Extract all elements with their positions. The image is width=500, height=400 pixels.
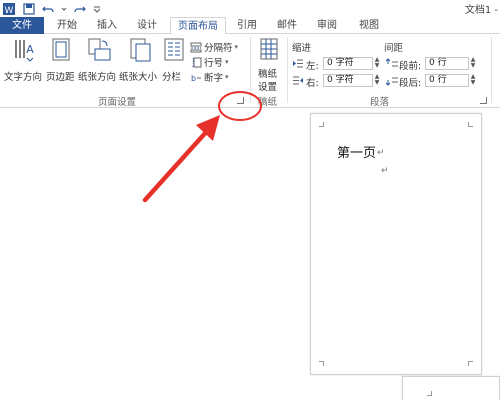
page-setup-dialog-launcher-icon[interactable] [237,97,244,104]
document-title: 文档1 - [464,5,498,16]
line-numbers-label: 行号 [204,58,224,69]
hyphenation-label: 断字 [204,73,224,84]
document-area[interactable]: 第一页 ↵ ↵ [0,108,500,400]
customize-qat-icon[interactable] [93,2,101,16]
hyphenation-dropdown-icon: ▾ [225,73,229,81]
right-indent-spinner-icon[interactable]: ▲ ▼ [373,74,381,87]
redo-icon[interactable] [74,2,86,16]
manuscript-icon [260,38,278,60]
group-separator [491,37,492,103]
right-indent-label: 右: [306,78,319,89]
page-1-text: 第一页 [337,146,377,161]
page-2[interactable] [402,376,500,400]
svg-text:b: b [191,74,196,83]
spacing-header: 间距 [384,43,404,54]
spacing-before-spinner-icon[interactable]: ▲ ▼ [469,57,477,70]
page-setup-group-label: 页面设置 [98,97,137,108]
tab-mailings[interactable]: 邮件 [272,17,302,34]
breaks-button[interactable]: 分隔符 ▾ [190,40,238,54]
hyphenation-button[interactable]: b 断字 ▾ [190,70,229,84]
manuscript-group-label: 稿纸 [258,97,278,108]
page-1[interactable]: 第一页 ↵ ↵ [310,113,482,375]
undo-icon[interactable] [42,2,54,16]
line-numbers-button[interactable]: 12 行号 ▾ [190,55,229,69]
breaks-icon [190,42,202,52]
left-indent-spinner-icon[interactable]: ▲ ▼ [373,57,381,70]
spacing-before-input[interactable]: 0 行 [425,57,469,70]
manuscript-label-line2: 设置 [258,82,278,93]
left-indent-label: 左: [306,61,319,72]
orientation-icon [88,38,111,61]
quick-access-toolbar: W [2,1,101,16]
hyphenation-icon: b [191,74,201,83]
right-indent-input[interactable]: 0 字符 [323,74,373,87]
tab-review[interactable]: 审阅 [312,17,342,34]
size-button[interactable]: 纸张大小 [119,36,159,88]
line-numbers-icon: 12 [192,57,202,68]
text-direction-icon: A [15,40,34,62]
left-indent-icon [293,59,303,68]
paragraph-mark: ↵ [377,148,385,158]
spacing-after-spinner-icon[interactable]: ▲ ▼ [469,74,477,87]
ribbon: A 文字方向 页边距 纸张方向 纸张大小 分栏 分隔符 ▾ 1 2 行号 ▾ b… [0,34,500,108]
tab-file[interactable]: 文件 [0,17,44,34]
spacing-before-icon [386,58,398,67]
paragraph-dialog-launcher-icon[interactable] [480,97,487,104]
paragraph-mark: ↵ [381,166,389,176]
columns-button[interactable]: 分栏 [161,36,187,88]
svg-text:A: A [26,43,34,56]
crop-mark [427,391,432,396]
spacing-after-icon [386,77,398,86]
svg-text:W: W [5,6,14,16]
tab-page-layout[interactable]: 页面布局 [170,17,226,35]
spacing-after-label: 段后: [399,78,422,89]
manuscript-label-line1: 稿纸 [258,69,278,80]
margins-button[interactable]: 页边距 [46,36,76,88]
orientation-label: 纸张方向 [78,72,117,83]
paragraph-group-label: 段落 [370,97,390,108]
left-indent-input[interactable]: 0 字符 [323,57,373,70]
crop-mark [319,122,324,127]
spacing-after-input[interactable]: 0 行 [425,74,469,87]
spacing-before-label: 段前: [399,61,422,72]
margins-label: 页边距 [46,72,75,83]
tab-references[interactable]: 引用 [232,17,262,34]
tab-home[interactable]: 开始 [52,17,82,34]
ribbon-tabs: 文件 开始 插入 设计 页面布局 引用 邮件 审阅 视图 [0,17,500,35]
line-numbers-dropdown-icon: ▾ [225,58,229,66]
title-bar: W 文档1 - [0,0,500,17]
manuscript-settings-button[interactable]: 稿纸 设置 [254,36,284,93]
group-separator [250,37,251,103]
breaks-dropdown-icon: ▾ [234,43,239,51]
save-icon[interactable] [23,2,35,16]
word-app-icon: W [2,2,16,16]
crop-mark [468,122,473,127]
tab-view[interactable]: 视图 [354,17,384,34]
crop-mark [319,361,324,366]
crop-mark [468,361,473,366]
text-direction-label: 文字方向 [4,72,43,83]
size-label: 纸张大小 [119,72,158,83]
indent-header: 缩进 [292,43,312,54]
columns-label: 分栏 [162,72,182,83]
page-size-icon [130,38,151,62]
columns-icon [164,38,184,61]
tab-insert[interactable]: 插入 [92,17,122,34]
group-separator [287,37,288,103]
right-indent-icon [293,76,303,85]
margins-icon [52,38,70,61]
undo-dropdown-icon[interactable] [61,2,67,16]
orientation-button[interactable]: 纸张方向 [78,36,118,88]
breaks-label: 分隔符 [204,43,233,54]
text-direction-button[interactable]: A 文字方向 [4,36,44,88]
tab-design[interactable]: 设计 [132,17,162,34]
